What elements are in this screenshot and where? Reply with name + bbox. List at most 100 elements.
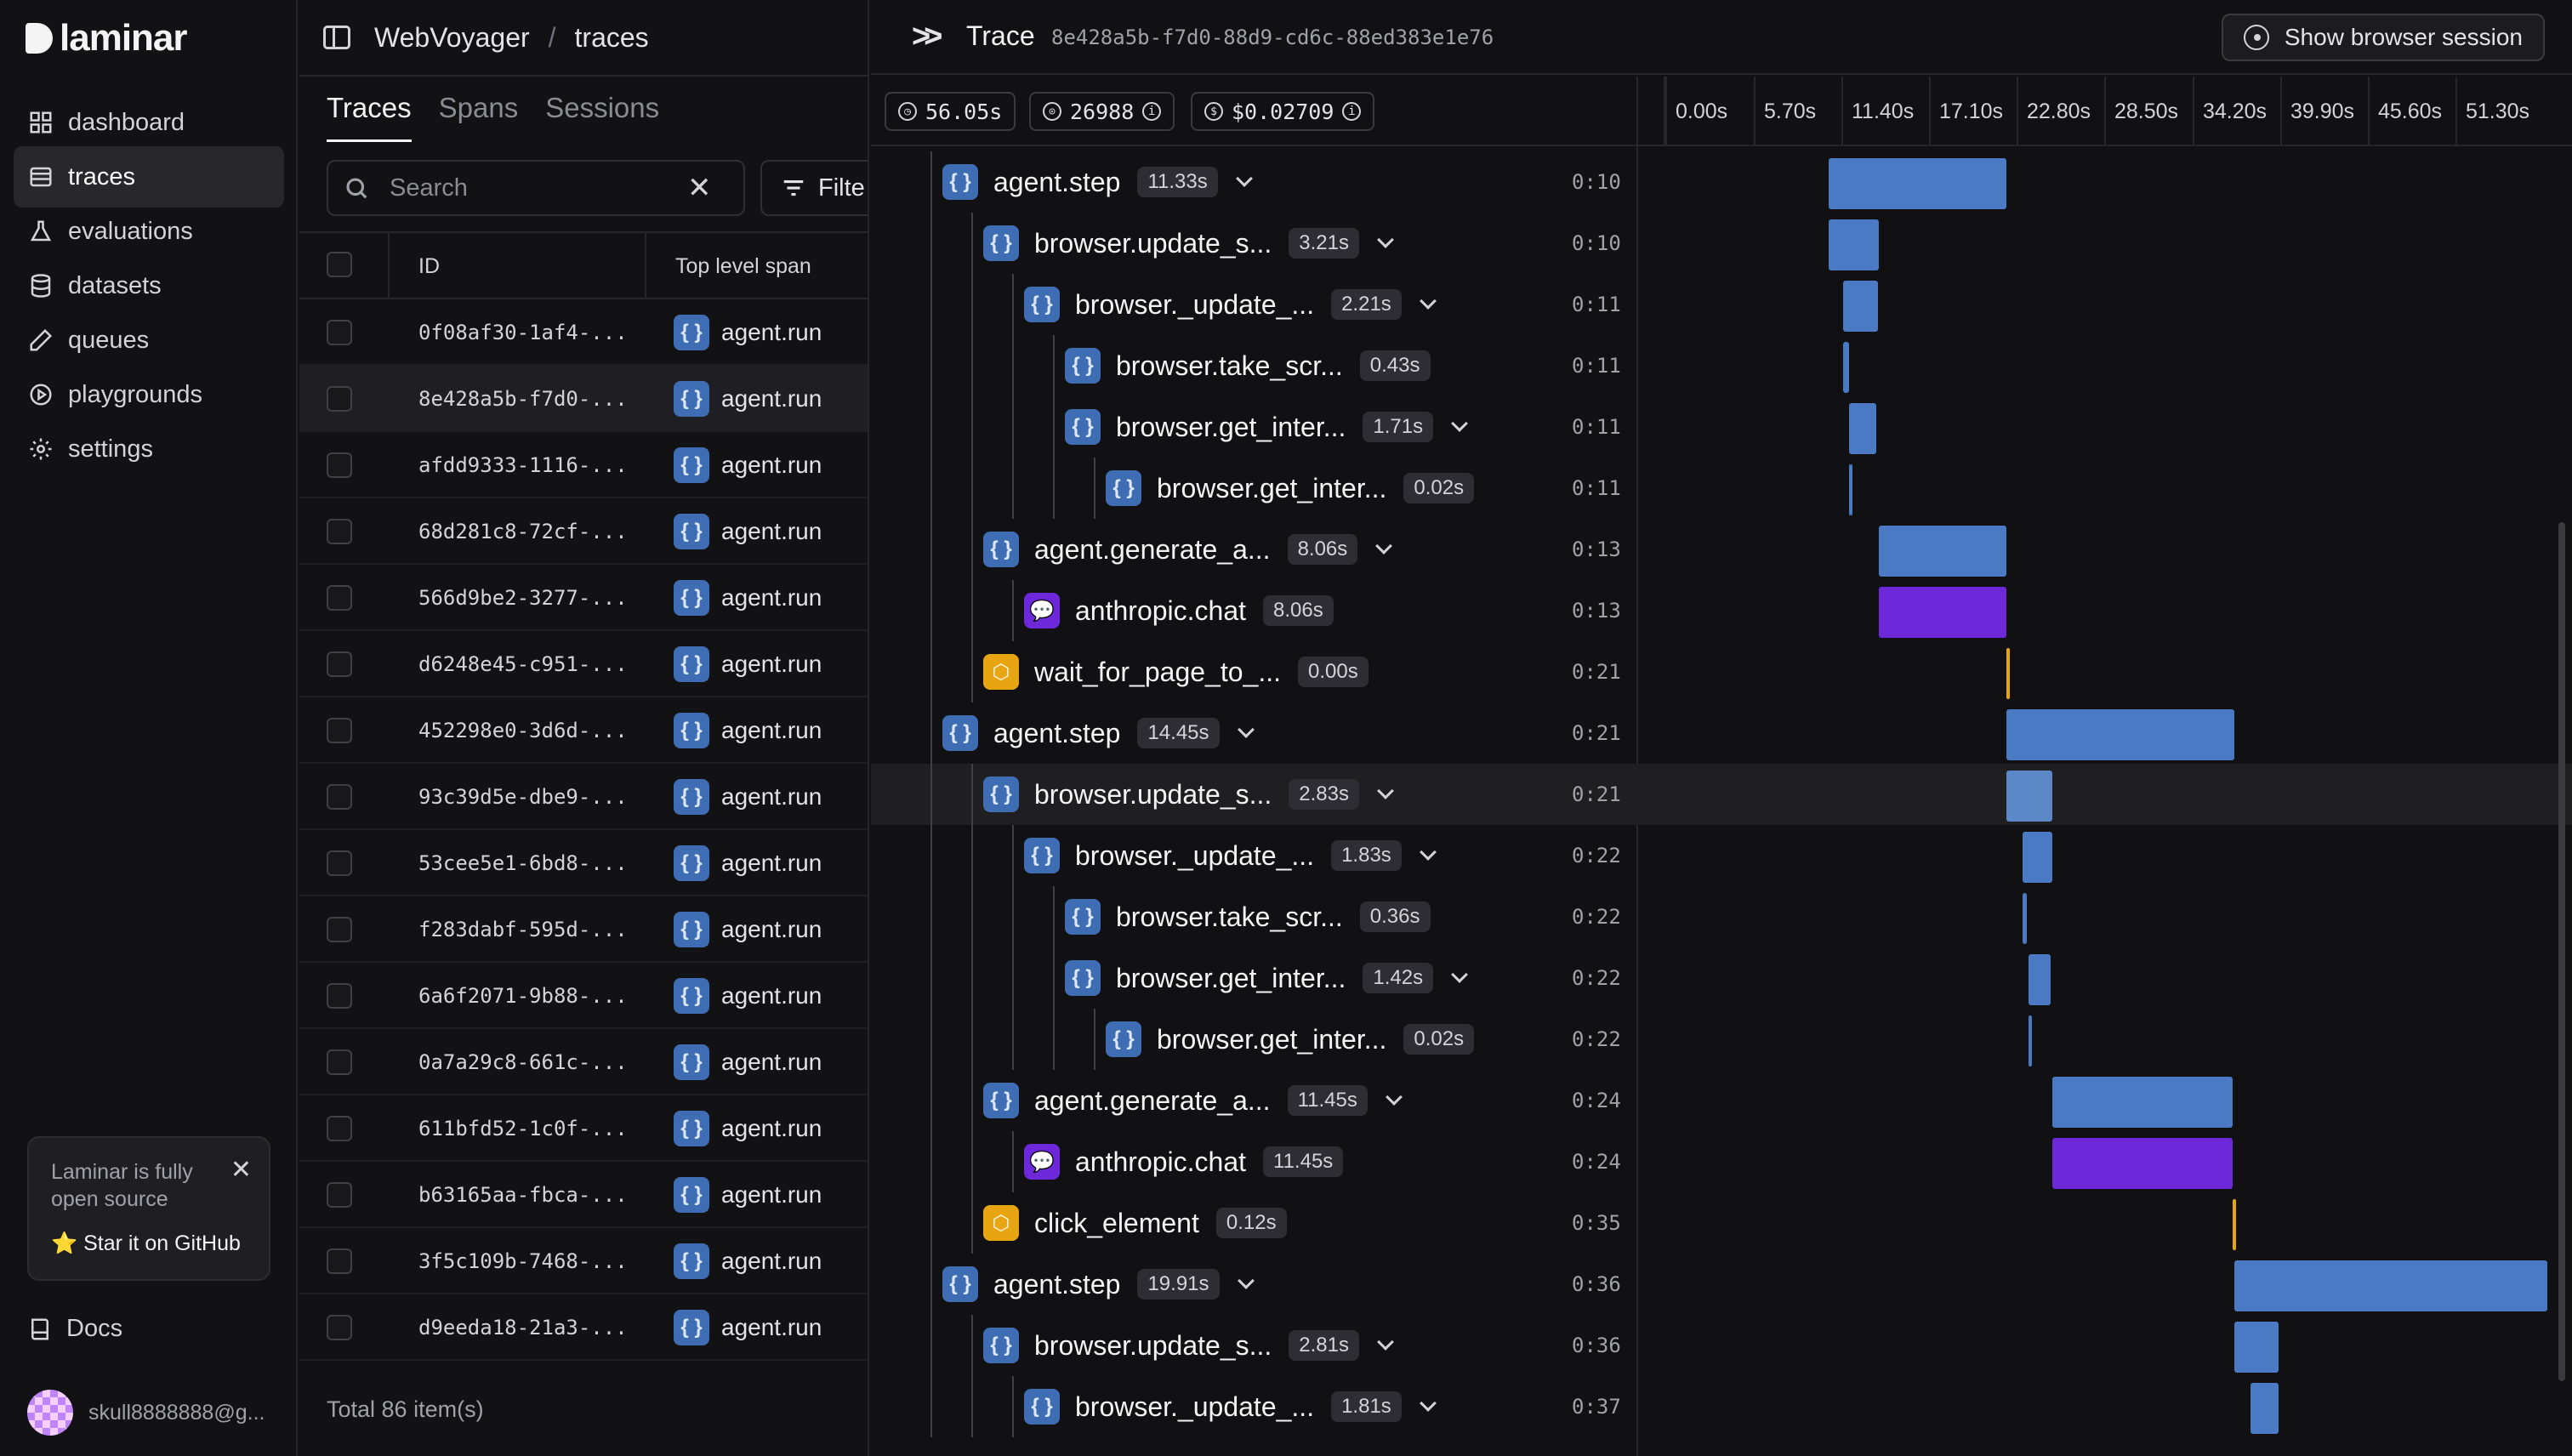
span-timeline-bar[interactable] (2022, 832, 2052, 883)
sidebar-item-dashboard[interactable]: dashboard (14, 92, 284, 153)
span-row[interactable]: { } browser.update_s... 2.81s 0:36 (871, 1315, 2572, 1376)
chevron-down-icon[interactable] (1419, 1395, 1437, 1412)
row-checkbox[interactable] (327, 784, 352, 810)
span-row[interactable]: ⬡ wait_for_page_to_... 0.00s 0:21 (871, 641, 2572, 702)
span-timeline-bar[interactable] (2234, 1260, 2547, 1311)
sidebar-item-playgrounds[interactable]: playgrounds (14, 364, 284, 425)
table-row[interactable]: afdd9333-1116-... { } agent.run (299, 432, 868, 498)
span-row[interactable]: ⬡ click_element 0.12s 0:35 (871, 1192, 2572, 1254)
column-header-top-level-span[interactable]: Top level span (648, 233, 811, 299)
user-menu[interactable]: skull8888888@g... (27, 1390, 265, 1436)
chevron-down-icon[interactable] (1235, 170, 1253, 187)
chevron-down-icon[interactable] (1237, 721, 1255, 738)
chevron-down-icon[interactable] (1451, 415, 1468, 432)
span-timeline-bar[interactable] (1842, 342, 1850, 393)
span-row[interactable]: { } browser.get_inter... 1.42s 0:22 (871, 947, 2572, 1009)
table-row[interactable]: 8e428a5b-f7d0-... { } agent.run (299, 366, 868, 432)
table-row[interactable]: 53cee5e1-6bd8-... { } agent.run (299, 830, 868, 896)
span-timeline-bar[interactable] (2250, 1383, 2279, 1434)
table-row[interactable]: 93c39d5e-dbe9-... { } agent.run (299, 764, 868, 830)
column-header-id[interactable]: ID (390, 233, 646, 299)
table-row[interactable]: 0a7a29c8-661c-... { } agent.run (299, 1029, 868, 1095)
docs-link[interactable]: Docs (27, 1315, 122, 1343)
span-row[interactable]: { } agent.step 11.33s 0:10 (871, 151, 2572, 213)
span-timeline-bar[interactable] (2006, 648, 2011, 699)
span-row[interactable]: { } agent.step 14.45s 0:21 (871, 702, 2572, 764)
span-timeline-bar[interactable] (2006, 771, 2052, 822)
row-checkbox[interactable] (327, 1116, 352, 1141)
tab-spans[interactable]: Spans (439, 92, 519, 142)
search-input[interactable] (390, 173, 679, 202)
span-timeline-bar[interactable] (2028, 1015, 2032, 1066)
tab-sessions[interactable]: Sessions (545, 92, 659, 142)
chevron-down-icon[interactable] (1375, 537, 1393, 555)
table-row[interactable]: 6a6f2071-9b88-... { } agent.run (299, 963, 868, 1029)
chevron-down-icon[interactable] (1419, 844, 1437, 861)
span-row[interactable]: { } browser.get_inter... 1.71s 0:11 (871, 396, 2572, 458)
table-row[interactable]: 452298e0-3d6d-... { } agent.run (299, 697, 868, 764)
row-checkbox[interactable] (327, 1248, 352, 1274)
filter-button[interactable]: Filte (760, 160, 868, 216)
chevron-down-icon[interactable] (1385, 1089, 1403, 1106)
span-row[interactable]: { } agent.generate_a... 8.06s 0:13 (871, 519, 2572, 580)
row-checkbox[interactable] (327, 585, 352, 611)
span-timeline-bar[interactable] (1849, 464, 1853, 515)
span-timeline-bar[interactable] (2051, 1077, 2233, 1128)
sidebar-item-queues[interactable]: queues (14, 310, 284, 371)
row-checkbox[interactable] (327, 519, 352, 544)
row-checkbox[interactable] (327, 452, 352, 478)
table-row[interactable]: 0f08af30-1af4-... { } agent.run (299, 299, 868, 366)
chevron-down-icon[interactable] (1451, 966, 1468, 983)
span-timeline-bar[interactable] (1879, 526, 2007, 577)
show-browser-session-button[interactable]: Show browser session (2221, 14, 2545, 61)
info-icon[interactable]: i (1142, 102, 1162, 121)
span-row[interactable]: { } browser.get_inter... 0.02s 0:22 (871, 1009, 2572, 1070)
sidebar-toggle-icon[interactable] (323, 26, 350, 49)
span-row[interactable]: { } browser.take_scr... 0.36s 0:22 (871, 886, 2572, 947)
span-timeline-bar[interactable] (1842, 281, 1878, 332)
span-row[interactable]: { } browser._update_... 1.83s 0:22 (871, 825, 2572, 886)
breadcrumb-project[interactable]: WebVoyager (374, 22, 530, 54)
row-checkbox[interactable] (327, 1182, 352, 1208)
span-row[interactable]: { } browser._update_... 2.21s 0:11 (871, 274, 2572, 335)
row-checkbox[interactable] (327, 850, 352, 876)
chevron-down-icon[interactable] (1377, 1334, 1394, 1351)
span-row[interactable]: 💬 anthropic.chat 11.45s 0:24 (871, 1131, 2572, 1192)
span-row[interactable]: 💬 anthropic.chat 8.06s 0:13 (871, 580, 2572, 641)
row-checkbox[interactable] (327, 983, 352, 1009)
span-timeline-bar[interactable] (2234, 1322, 2279, 1373)
chevron-down-icon[interactable] (1237, 1272, 1255, 1289)
timeline-scrollbar[interactable] (2558, 522, 2565, 1381)
tab-traces[interactable]: Traces (327, 92, 412, 142)
span-timeline-bar[interactable] (2051, 1138, 2233, 1189)
span-timeline-bar[interactable] (1879, 587, 2007, 638)
sidebar-item-traces[interactable]: traces (14, 146, 284, 208)
table-row[interactable]: 611bfd52-1c0f-... { } agent.run (299, 1095, 868, 1162)
table-row[interactable]: 566d9be2-3277-... { } agent.run (299, 565, 868, 631)
chevron-down-icon[interactable] (1377, 231, 1394, 248)
row-checkbox[interactable] (327, 651, 352, 677)
laminar-logo[interactable]: laminar (26, 17, 188, 60)
table-row[interactable]: 68d281c8-72cf-... { } agent.run (299, 498, 868, 565)
sidebar-item-evaluations[interactable]: evaluations (14, 201, 284, 262)
close-icon[interactable]: ✕ (230, 1155, 252, 1185)
collapse-panel-icon[interactable]: >> (912, 19, 943, 55)
chevron-down-icon[interactable] (1419, 293, 1437, 310)
table-row[interactable]: d6248e45-c951-... { } agent.run (299, 631, 868, 697)
row-checkbox[interactable] (327, 1049, 352, 1075)
table-row[interactable]: b63165aa-fbca-... { } agent.run (299, 1162, 868, 1228)
span-row[interactable]: { } browser.take_scr... 0.43s 0:11 (871, 335, 2572, 396)
span-timeline-bar[interactable] (1829, 219, 1880, 270)
sidebar-item-datasets[interactable]: datasets (14, 255, 284, 316)
sidebar-item-settings[interactable]: settings (14, 418, 284, 480)
table-row[interactable]: f283dabf-595d-... { } agent.run (299, 896, 868, 963)
info-icon[interactable]: i (1342, 102, 1362, 121)
github-star-link[interactable]: ⭐ Star it on GitHub (51, 1231, 241, 1256)
span-row[interactable]: { } agent.generate_a... 11.45s 0:24 (871, 1070, 2572, 1131)
span-timeline-bar[interactable] (2022, 893, 2028, 944)
span-timeline-bar[interactable] (1849, 403, 1876, 454)
row-checkbox[interactable] (327, 718, 352, 743)
span-timeline-bar[interactable] (2233, 1199, 2237, 1250)
span-row[interactable]: { } browser.get_inter... 0.02s 0:11 (871, 458, 2572, 519)
clear-search-icon[interactable]: ✕ (687, 171, 712, 205)
